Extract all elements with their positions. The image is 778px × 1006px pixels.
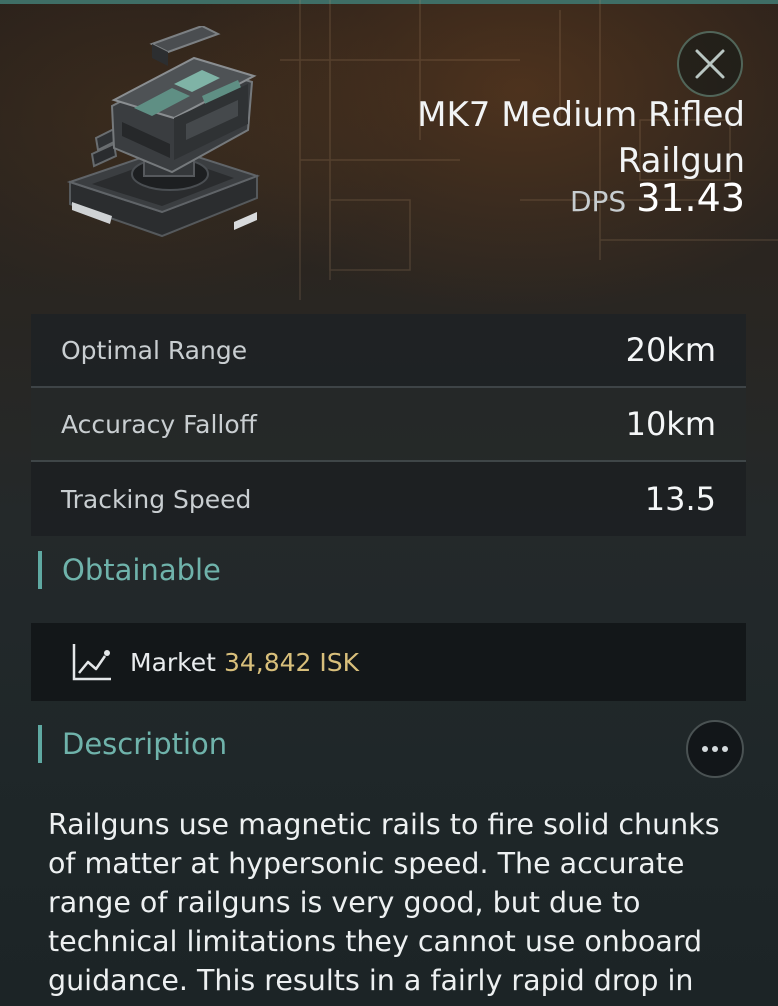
stat-row-optimal-range: Optimal Range 20km <box>31 314 746 388</box>
obtainable-section-header: Obtainable <box>38 551 221 589</box>
section-accent-bar <box>38 551 42 589</box>
stat-value: 20km <box>625 331 716 369</box>
dps-label: DPS <box>569 185 627 218</box>
description-section-header: Description <box>38 725 227 763</box>
stat-value: 10km <box>625 405 716 443</box>
stat-label: Tracking Speed <box>61 484 252 514</box>
stat-label: Accuracy Falloff <box>61 409 257 439</box>
market-chart-icon <box>72 644 111 681</box>
close-icon <box>695 49 725 79</box>
railgun-turret-image <box>66 26 261 238</box>
obtainable-title: Obtainable <box>62 553 221 587</box>
stat-label: Optimal Range <box>61 335 248 365</box>
dps-readout: DPS 31.43 <box>570 176 745 220</box>
dps-value: 31.43 <box>636 176 745 220</box>
stat-value: 13.5 <box>644 480 716 518</box>
item-title: MK7 Medium Rifled Railgun <box>417 95 745 181</box>
market-price: 34,842 ISK <box>223 647 359 677</box>
stat-row-tracking-speed: Tracking Speed 13.5 <box>31 462 746 536</box>
more-options-icon <box>702 746 728 752</box>
market-source-row[interactable]: Market 34,842 ISK <box>31 623 746 701</box>
more-options-button[interactable] <box>686 720 744 778</box>
section-accent-bar <box>38 725 42 763</box>
description-text: Railguns use magnetic rails to fire soli… <box>48 808 720 997</box>
close-button[interactable] <box>677 31 743 97</box>
description-title: Description <box>62 727 228 761</box>
stat-row-accuracy-falloff: Accuracy Falloff 10km <box>31 388 746 462</box>
stats-table: Optimal Range 20km Accuracy Falloff 10km… <box>31 314 746 536</box>
market-label: Market <box>130 647 216 677</box>
